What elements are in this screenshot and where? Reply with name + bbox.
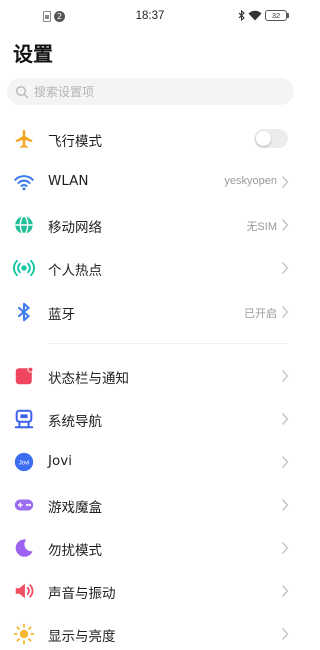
bluetooth-status-icon xyxy=(238,10,245,21)
settings-item-label: WLAN xyxy=(48,173,89,189)
chevron-right-icon xyxy=(281,542,289,554)
chevron-right-icon xyxy=(281,628,289,640)
settings-item-display-brightness[interactable]: 显示与亮度 xyxy=(0,614,300,650)
airplane-mode-toggle[interactable] xyxy=(254,129,288,148)
chevron-right-icon xyxy=(281,262,289,274)
settings-item-game-box[interactable]: 游戏魔盒 xyxy=(0,485,300,525)
settings-item-system-navigation[interactable]: 系统导航 xyxy=(0,399,300,439)
settings-item-label: 蓝牙 xyxy=(48,307,75,323)
jovi-icon-text: Jovi xyxy=(19,460,30,466)
settings-item-value: 已开启 xyxy=(244,308,277,320)
chevron-right-icon xyxy=(281,306,289,318)
wifi-icon xyxy=(13,171,35,193)
jovi-icon: Jovi xyxy=(13,451,35,473)
chevron-right-icon xyxy=(281,413,289,425)
search-bar[interactable] xyxy=(7,78,294,105)
settings-item-bluetooth[interactable]: 蓝牙 已开启 xyxy=(0,292,300,332)
chevron-right-icon xyxy=(281,499,289,511)
toggle-knob xyxy=(256,131,271,146)
search-input[interactable] xyxy=(34,84,274,99)
settings-item-airplane-mode[interactable]: 飞行模式 xyxy=(0,119,300,159)
battery-level: 32 xyxy=(265,10,287,21)
moon-icon xyxy=(13,537,35,559)
settings-item-jovi[interactable]: Jovi Jovi xyxy=(0,442,300,482)
globe-icon xyxy=(13,214,35,236)
settings-item-label: 显示与亮度 xyxy=(48,629,116,645)
wifi-status-icon xyxy=(248,10,262,21)
settings-item-sound-vibration[interactable]: 声音与振动 xyxy=(0,571,300,611)
chevron-right-icon xyxy=(281,585,289,597)
settings-item-hotspot[interactable]: 个人热点 xyxy=(0,248,300,288)
chevron-right-icon xyxy=(281,219,289,231)
settings-item-label: 声音与振动 xyxy=(48,586,116,602)
chevron-right-icon xyxy=(281,456,289,468)
settings-item-statusbar-notifications[interactable]: 状态栏与通知 xyxy=(0,356,300,396)
settings-item-value: yeskyopen xyxy=(224,175,277,187)
sun-icon xyxy=(13,623,35,645)
speaker-icon xyxy=(13,580,35,602)
section-divider xyxy=(48,343,288,344)
settings-item-do-not-disturb[interactable]: 勿扰模式 xyxy=(0,528,300,568)
settings-item-label: 游戏魔盒 xyxy=(48,500,102,516)
search-icon xyxy=(15,85,29,98)
notification-icon xyxy=(13,365,35,387)
airplane-icon xyxy=(13,128,35,150)
settings-item-value: 无SIM xyxy=(246,221,277,233)
battery-icon: 32 xyxy=(265,10,289,21)
chevron-right-icon xyxy=(281,176,289,188)
settings-item-label: 勿扰模式 xyxy=(48,543,102,559)
chevron-right-icon xyxy=(281,370,289,382)
navigation-robot-icon xyxy=(13,408,35,430)
settings-item-mobile-network[interactable]: 移动网络 无SIM xyxy=(0,205,300,245)
settings-item-label: 系统导航 xyxy=(48,414,102,430)
settings-item-label: Jovi xyxy=(48,453,72,469)
hotspot-icon xyxy=(13,257,35,279)
settings-item-label: 飞行模式 xyxy=(48,134,102,150)
bluetooth-icon xyxy=(13,301,35,323)
status-right: 32 xyxy=(238,10,289,21)
settings-item-label: 状态栏与通知 xyxy=(48,371,129,387)
settings-item-label: 移动网络 xyxy=(48,220,102,236)
gamepad-icon xyxy=(13,494,35,516)
settings-item-label: 个人热点 xyxy=(48,263,102,279)
page-title: 设置 xyxy=(13,42,53,66)
status-bar: 2 18:37 32 xyxy=(0,0,300,34)
settings-item-wlan[interactable]: WLAN yeskyopen xyxy=(0,162,300,202)
